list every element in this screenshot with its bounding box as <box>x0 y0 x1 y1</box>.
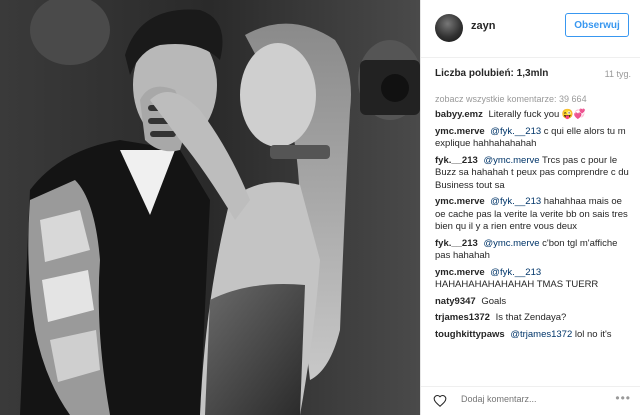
comment-author[interactable]: babyy.emz <box>435 109 483 120</box>
post-header: zayn Obserwuj <box>421 0 640 58</box>
post-photo-image <box>0 0 420 415</box>
comment: ymc.merve @fyk.__213 hahahhaa mais oe oe… <box>435 196 631 234</box>
add-comment-bar: ••• <box>421 386 640 415</box>
comment-mention[interactable]: @trjames1372 <box>510 329 572 340</box>
post-side-panel: zayn Obserwuj Liczba polubień: 1,3mln 11… <box>420 0 640 415</box>
comment-author[interactable]: ymc.merve <box>435 126 485 137</box>
comment-mention[interactable]: @fyk.__213 <box>490 126 541 137</box>
comment-mention[interactable]: @fyk.__213 <box>490 267 541 278</box>
instagram-post-modal: zayn Obserwuj Liczba polubień: 1,3mln 11… <box>0 0 640 415</box>
comment: naty9347 Goals <box>435 296 631 309</box>
username[interactable]: zayn <box>471 20 495 32</box>
comment-author[interactable]: fyk.__213 <box>435 155 478 166</box>
more-options-icon[interactable]: ••• <box>615 391 631 405</box>
comment-mention[interactable]: @ymc.merve <box>483 238 539 249</box>
comment-author[interactable]: ymc.merve <box>435 267 485 278</box>
comment-author[interactable]: fyk.__213 <box>435 238 478 249</box>
comment-text: HAHAHAHAHAHAHAH TMAS TUERR <box>435 279 599 290</box>
comments-list: zobacz wszystkie komentarze: 39 664 baby… <box>435 94 631 345</box>
follow-button[interactable]: Obserwuj <box>565 13 629 37</box>
comment: toughkittypaws @trjames1372 lol no it's <box>435 329 631 342</box>
comment-author[interactable]: trjames1372 <box>435 312 490 323</box>
comment-author[interactable]: toughkittypaws <box>435 329 505 340</box>
comment-text: Goals <box>481 295 507 307</box>
post-photo <box>0 0 420 415</box>
comment: ymc.merve @fyk.__213 HAHAHAHAHAHAHAH TMA… <box>435 267 631 292</box>
add-comment-input[interactable] <box>461 394 601 404</box>
comment: ymc.merve @fyk.__213 c qui elle alors tu… <box>435 126 631 151</box>
comment-text: Literally fuck you 😜💞 <box>488 109 586 120</box>
avatar[interactable] <box>435 14 463 42</box>
comment: trjames1372 Is that Zendaya? <box>435 312 631 325</box>
comment-text: lol no it's <box>574 328 612 340</box>
comment-author[interactable]: naty9347 <box>435 296 476 307</box>
comment: fyk.__213 @ymc.merve c'bon tgl m'affiche… <box>435 238 631 263</box>
post-time[interactable]: 11 tyg. <box>605 69 631 79</box>
likes-count[interactable]: Liczba polubień: 1,3mln <box>435 68 548 79</box>
likes-row: Liczba polubień: 1,3mln 11 tyg. <box>435 68 631 84</box>
comment-mention[interactable]: @ymc.merve <box>483 155 539 166</box>
view-all-comments-link[interactable]: zobacz wszystkie komentarze: 39 664 <box>435 94 631 104</box>
comment-mention[interactable]: @fyk.__213 <box>490 196 541 207</box>
heart-outline-icon[interactable] <box>433 394 447 408</box>
comment-text: Is that Zendaya? <box>495 312 567 323</box>
comment-author[interactable]: ymc.merve <box>435 196 485 207</box>
comment: babyy.emz Literally fuck you 😜💞 <box>435 109 631 122</box>
comment: fyk.__213 @ymc.merve Trcs pas c pour le … <box>435 155 631 193</box>
